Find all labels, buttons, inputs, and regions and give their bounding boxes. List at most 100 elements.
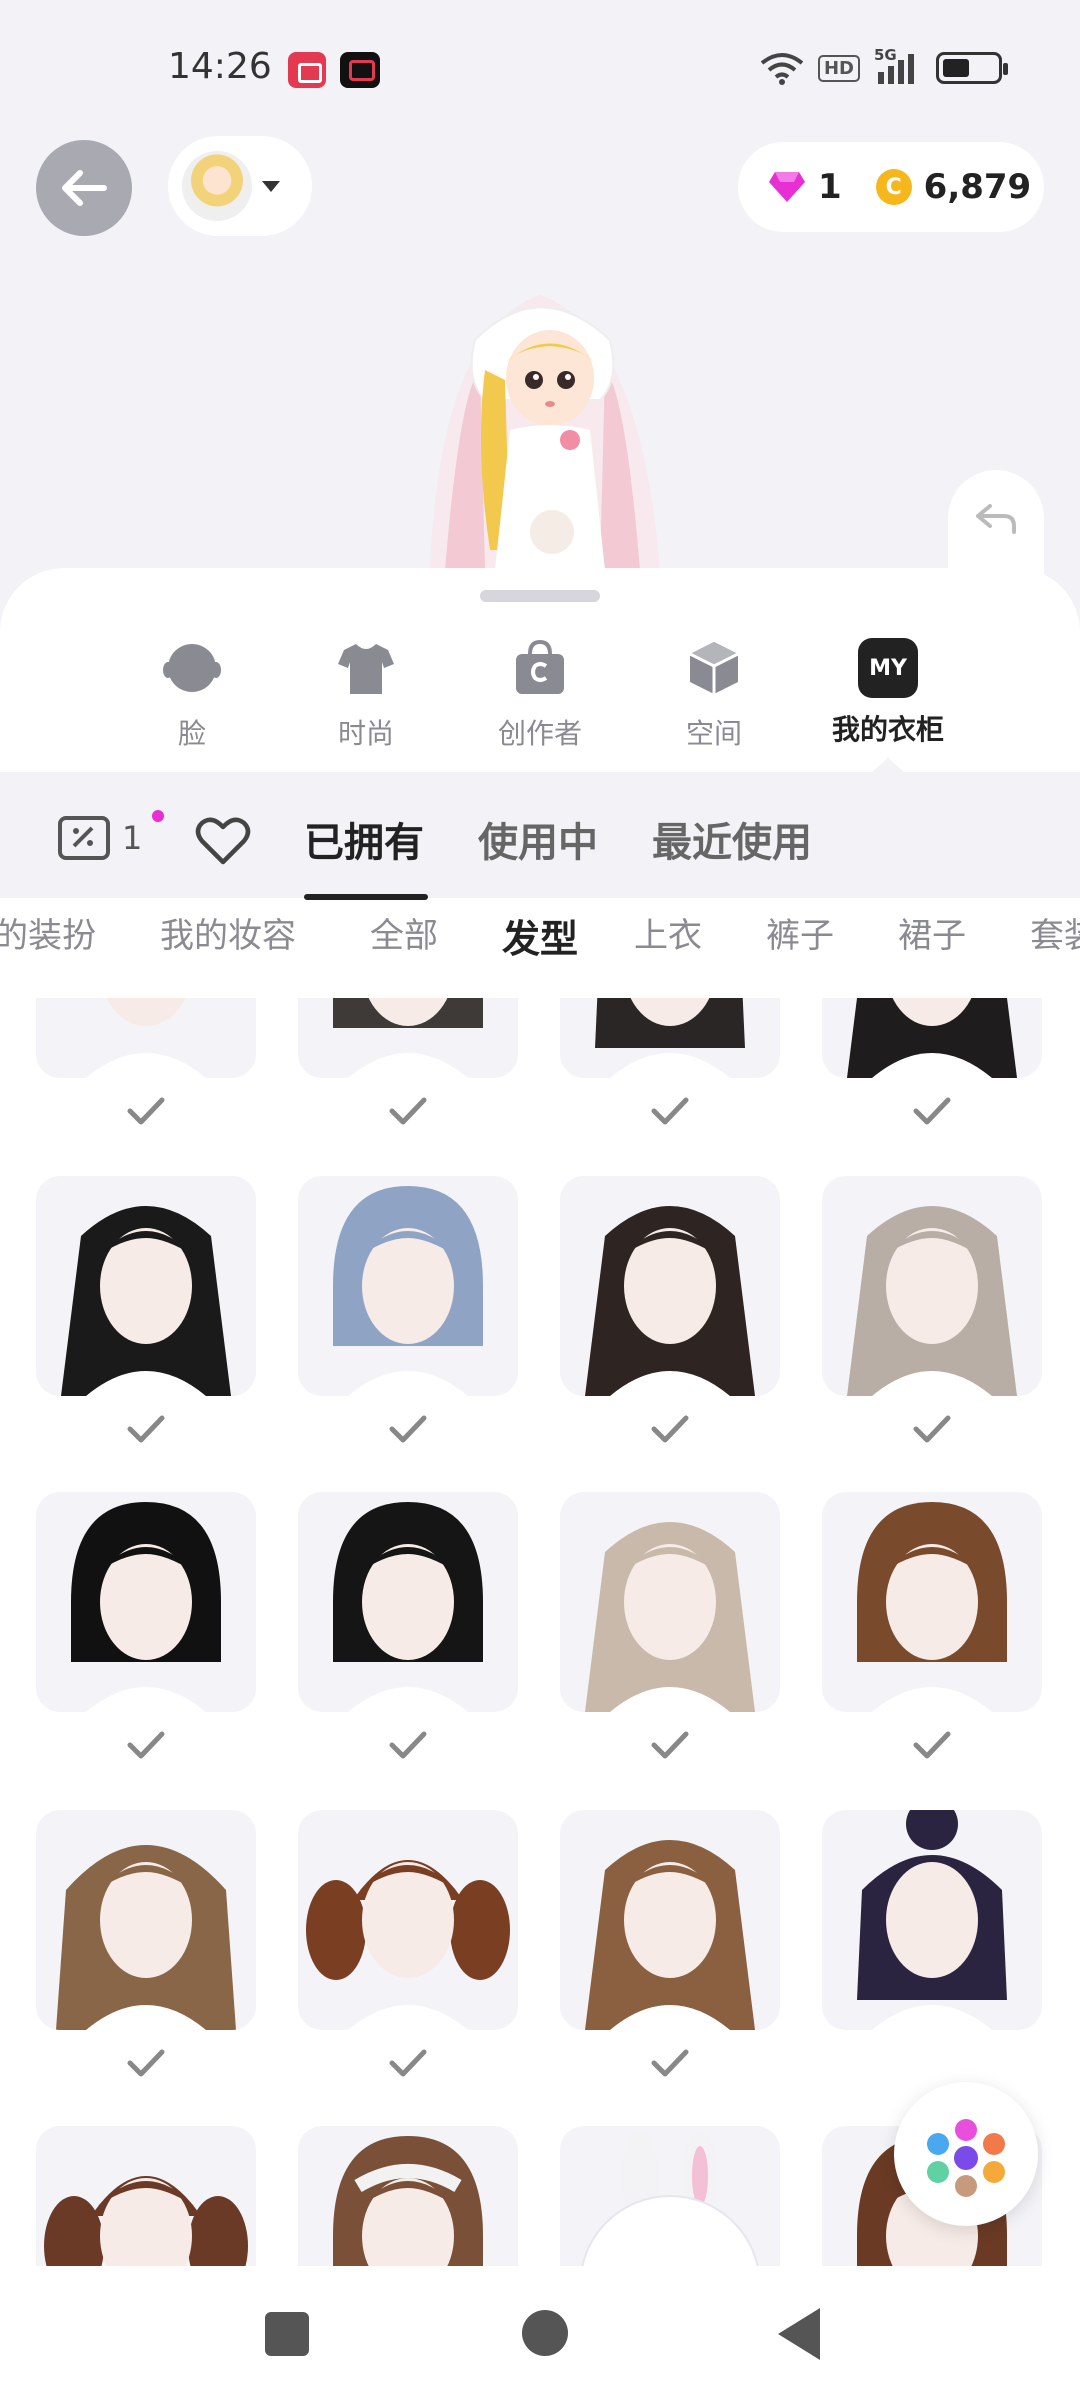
wifi-icon bbox=[760, 53, 804, 85]
sub-tab-pants[interactable]: 裤子 bbox=[766, 908, 834, 957]
creator-bag-icon bbox=[516, 639, 564, 694]
hairstyle-item[interactable] bbox=[36, 998, 256, 1078]
signal-icon: 5G bbox=[874, 46, 922, 86]
hairstyle-item[interactable] bbox=[560, 1492, 780, 1712]
hairstyle-item[interactable] bbox=[298, 2126, 518, 2268]
hairstyle-item[interactable] bbox=[560, 998, 780, 1078]
avatar-preview[interactable] bbox=[370, 270, 710, 570]
hairstyle-thumbnail bbox=[306, 1860, 510, 2030]
gem-count: 1 bbox=[818, 167, 842, 207]
coupon-icon bbox=[58, 816, 110, 860]
owned-check-icon bbox=[651, 1097, 689, 1125]
hairstyle-thumbnail bbox=[333, 1502, 483, 1712]
category-pointer bbox=[872, 758, 904, 772]
sub-tab-all[interactable]: 全部 bbox=[370, 908, 438, 957]
avatar-selector[interactable] bbox=[168, 136, 312, 236]
hairstyle-item[interactable] bbox=[560, 1810, 780, 2030]
cube-icon bbox=[689, 642, 739, 694]
chevron-down-icon bbox=[262, 180, 280, 192]
color-palette-button[interactable] bbox=[894, 2082, 1038, 2226]
status-time: 14:26 bbox=[168, 46, 272, 87]
hairstyle-thumbnail bbox=[585, 1206, 755, 1396]
hairstyle-item[interactable] bbox=[822, 1492, 1042, 1712]
hairstyle-thumbnail bbox=[595, 998, 745, 1078]
back-triangle-icon[interactable] bbox=[778, 2308, 820, 2360]
hairstyle-item[interactable] bbox=[36, 2126, 256, 2268]
category-my-wardrobe[interactable]: MY 我的衣柜 bbox=[823, 638, 953, 748]
category-label: 空间 bbox=[685, 717, 742, 750]
hairstyle-item[interactable] bbox=[298, 1176, 518, 1396]
ownership-tab-bar: 1 已拥有 使用中 最近使用 bbox=[0, 772, 1080, 900]
category-nav: 脸 时尚 创作者 空间 MY 我的衣柜 bbox=[0, 638, 1080, 758]
hairstyle-thumbnail bbox=[585, 1840, 755, 2030]
owned-check-icon bbox=[127, 1731, 165, 1759]
gem-icon bbox=[769, 172, 805, 202]
tab-recent[interactable]: 最近使用 bbox=[652, 810, 812, 868]
hairstyle-thumbnail bbox=[86, 998, 206, 1078]
hairstyle-item[interactable] bbox=[822, 1176, 1042, 1396]
category-fashion[interactable]: 时尚 bbox=[301, 638, 431, 752]
owned-check-icon bbox=[389, 1731, 427, 1759]
owned-check-icon bbox=[651, 1415, 689, 1443]
hairstyle-thumbnail bbox=[857, 1810, 1007, 2030]
hairstyle-thumbnail bbox=[333, 998, 483, 1078]
tab-in-use[interactable]: 使用中 bbox=[478, 810, 598, 868]
category-label: 创作者 bbox=[497, 717, 582, 750]
currency-balance[interactable]: 1 C 6,879 bbox=[738, 142, 1044, 232]
coupon-button[interactable]: 1 bbox=[58, 816, 142, 860]
hairstyle-thumbnail bbox=[580, 2131, 760, 2268]
home-icon[interactable] bbox=[522, 2310, 568, 2356]
back-button[interactable] bbox=[36, 140, 132, 236]
avatar bbox=[182, 151, 252, 221]
category-label: 我的衣柜 bbox=[831, 713, 944, 746]
hairstyle-item[interactable] bbox=[822, 1810, 1042, 2030]
hairstyle-item[interactable] bbox=[36, 1810, 256, 2030]
recent-apps-icon[interactable] bbox=[265, 2312, 309, 2356]
coupon-count: 1 bbox=[122, 819, 143, 857]
sub-tab-skirts[interactable]: 裙子 bbox=[898, 908, 966, 957]
system-nav-bar bbox=[0, 2266, 1080, 2400]
hairstyle-thumbnail bbox=[56, 1845, 236, 2030]
hairstyle-item[interactable] bbox=[560, 2126, 780, 2268]
sub-tab-my-outfits[interactable]: 的装扮 bbox=[0, 908, 96, 957]
undo-icon bbox=[976, 504, 1016, 534]
hairstyle-thumbnail bbox=[71, 1502, 221, 1712]
hairstyle-grid bbox=[0, 998, 1080, 2268]
owned-check-icon bbox=[127, 2049, 165, 2077]
hairstyle-thumbnail bbox=[585, 1522, 755, 1712]
arrow-left-icon bbox=[62, 170, 107, 206]
owned-check-icon bbox=[127, 1415, 165, 1443]
hairstyle-item[interactable] bbox=[36, 1176, 256, 1396]
sub-tab-hairstyle[interactable]: 发型 bbox=[502, 908, 578, 963]
battery-icon bbox=[936, 52, 1008, 84]
owned-check-icon bbox=[913, 1731, 951, 1759]
sub-tab-sets[interactable]: 套装 bbox=[1030, 908, 1080, 957]
screen-record-icon bbox=[288, 52, 326, 88]
hairstyle-thumbnail bbox=[333, 1186, 483, 1396]
tab-owned[interactable]: 已拥有 bbox=[304, 810, 424, 868]
hairstyle-item[interactable] bbox=[298, 1492, 518, 1712]
category-space[interactable]: 空间 bbox=[649, 638, 779, 752]
category-creator[interactable]: 创作者 bbox=[475, 638, 605, 752]
palette-dots-icon bbox=[927, 2119, 1005, 2197]
tab-underline bbox=[304, 894, 428, 900]
notification-dot bbox=[152, 810, 164, 822]
hairstyle-item[interactable] bbox=[298, 998, 518, 1078]
hairstyle-item[interactable] bbox=[560, 1176, 780, 1396]
hairstyle-thumbnail bbox=[333, 2136, 483, 2268]
sub-tab-tops[interactable]: 上衣 bbox=[634, 908, 702, 957]
status-indicators: HD 5G bbox=[760, 46, 1008, 86]
category-label: 脸 bbox=[177, 717, 206, 750]
my-wardrobe-icon: MY bbox=[858, 638, 918, 698]
hairstyle-thumbnail bbox=[857, 1502, 1007, 1712]
hairstyle-item[interactable] bbox=[822, 998, 1042, 1078]
hairstyle-item[interactable] bbox=[298, 1810, 518, 2030]
owned-check-icon bbox=[651, 1731, 689, 1759]
owned-check-icon bbox=[389, 2049, 427, 2077]
hairstyle-item[interactable] bbox=[36, 1492, 256, 1712]
sub-tab-my-makeup[interactable]: 我的妆容 bbox=[160, 908, 296, 957]
sheet-handle[interactable] bbox=[480, 590, 600, 602]
item-type-tabs: 的装扮 我的妆容 全部 发型 上衣 裤子 裙子 套装 bbox=[0, 908, 1080, 988]
category-face[interactable]: 脸 bbox=[127, 638, 257, 752]
heart-icon[interactable] bbox=[194, 812, 252, 870]
